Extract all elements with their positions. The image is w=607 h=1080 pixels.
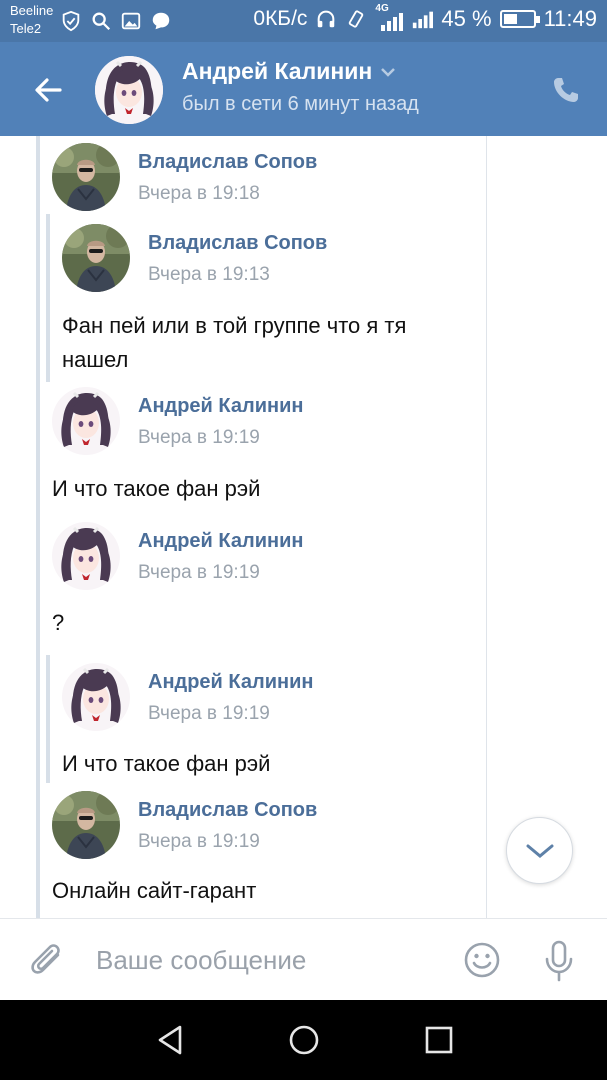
nav-back-icon[interactable] (152, 1022, 188, 1058)
carrier-name-2: Tele2 (10, 21, 42, 36)
emoji-icon[interactable] (463, 941, 501, 979)
net-speed: 0КБ/с (253, 7, 308, 30)
message-time: Вчера в 19:13 (148, 264, 270, 285)
message-header: Андрей Калинин Вчера в 19:19 (52, 522, 303, 590)
sender-name[interactable]: Андрей Калинин (148, 669, 313, 695)
chevron-down-icon (526, 844, 553, 858)
battery-fill (503, 14, 517, 24)
status-bar: Beeline Tele2 0КБ/с 4G 45 % 11:49 (0, 0, 607, 42)
message-input[interactable] (96, 941, 436, 979)
sender-avatar[interactable] (52, 791, 120, 859)
nav-recents-icon[interactable] (421, 1022, 457, 1058)
message-time: Вчера в 19:19 (138, 427, 260, 448)
sender-name[interactable]: Владислав Сопов (148, 230, 327, 256)
notification-icons (60, 10, 172, 32)
man-photo-avatar-icon (62, 224, 130, 292)
chat-bubble-icon (152, 12, 170, 30)
forward-line-inner-2 (46, 655, 50, 783)
card-border (486, 136, 487, 918)
message-text: Онлайн сайт-гарант (52, 878, 257, 903)
chevron-down-icon (381, 67, 396, 77)
phone-icon[interactable] (550, 74, 582, 106)
message-header: Владислав Сопов Вчера в 19:18 (52, 143, 317, 211)
nav-home-icon[interactable] (286, 1022, 322, 1058)
chat-header: Андрей Калинин был в сети 6 минут назад (0, 42, 607, 136)
sender-avatar[interactable] (62, 224, 130, 292)
image-icon (121, 12, 141, 30)
sender-name[interactable]: Владислав Сопов (138, 149, 317, 175)
forward-line-inner-1 (46, 214, 50, 382)
scroll-down-button[interactable] (506, 817, 573, 884)
contact-name-row[interactable]: Андрей Калинин (182, 58, 396, 85)
message-time: Вчера в 19:19 (148, 703, 270, 724)
man-photo-avatar-icon (52, 143, 120, 211)
sender-name[interactable]: Андрей Калинин (138, 393, 303, 419)
signal-icon-2 (413, 11, 434, 29)
sender-name[interactable]: Андрей Калинин (138, 528, 303, 554)
message-list[interactable]: Владислав Сопов Вчера в 19:18 Владислав … (0, 136, 607, 918)
message-text: ? (52, 610, 65, 635)
anime-girl-avatar-icon (52, 387, 120, 455)
message-header: Андрей Калинин Вчера в 19:19 (52, 387, 303, 455)
message-time: Вчера в 19:18 (138, 183, 260, 204)
status-right: 0КБ/с 4G 45 % 11:49 (253, 3, 597, 32)
sender-name[interactable]: Владислав Сопов (138, 797, 317, 823)
clock: 11:49 (543, 6, 597, 31)
forward-line-outer (36, 136, 40, 918)
sender-avatar[interactable] (52, 143, 120, 211)
contact-status: был в сети 6 минут назад (182, 93, 419, 115)
system-nav-bar (0, 1000, 607, 1080)
signal-icon (381, 13, 404, 31)
back-arrow-icon[interactable] (30, 72, 66, 108)
message-text: И что такое фан рэй (52, 476, 261, 501)
message-text: И что такое фан рэй (62, 751, 271, 776)
vibrate-icon (349, 10, 364, 28)
contact-avatar[interactable] (95, 56, 163, 124)
microphone-icon[interactable] (541, 939, 577, 983)
message-header: Андрей Калинин Вчера в 19:19 (62, 663, 313, 731)
battery-icon (499, 10, 540, 28)
anime-girl-avatar-icon (52, 522, 120, 590)
sender-avatar[interactable] (52, 387, 120, 455)
message-composer (0, 918, 607, 1000)
battery-percent: 45 % (441, 6, 492, 31)
message-header: Владислав Сопов Вчера в 19:19 (52, 791, 317, 859)
message-text: Фан пей или в той группе что я тя нашел (62, 313, 407, 372)
search-icon (92, 12, 111, 31)
anime-girl-avatar-icon (62, 663, 130, 731)
message-header: Владислав Сопов Вчера в 19:13 (62, 224, 327, 292)
cellular-4g: 4G (375, 3, 404, 31)
sender-avatar[interactable] (62, 663, 130, 731)
message-time: Вчера в 19:19 (138, 831, 260, 852)
carrier-name-1: Beeline (10, 3, 54, 18)
sender-avatar[interactable] (52, 522, 120, 590)
anime-girl-avatar-icon (95, 56, 163, 124)
message-time: Вчера в 19:19 (138, 562, 260, 583)
carrier-info: Beeline Tele2 (10, 2, 53, 38)
paperclip-icon[interactable] (28, 941, 66, 981)
shield-check-icon (62, 10, 80, 32)
man-photo-avatar-icon (52, 791, 120, 859)
headphones-icon (318, 10, 335, 28)
contact-name: Андрей Калинин (182, 58, 373, 84)
